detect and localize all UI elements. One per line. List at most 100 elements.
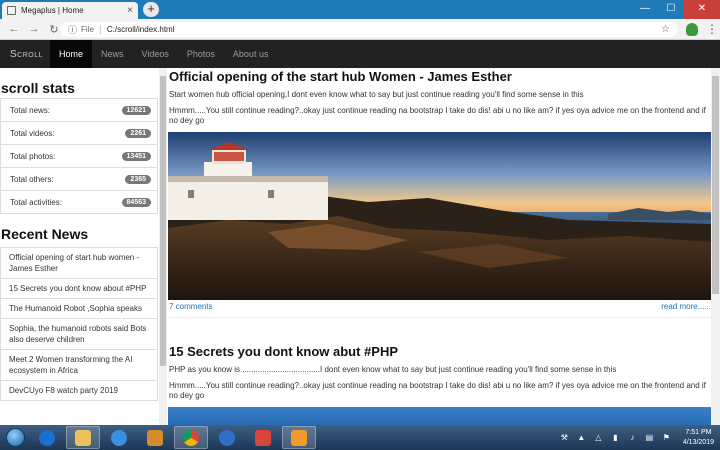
stat-item: Total photos: 13451: [0, 145, 158, 168]
post-title[interactable]: 15 Secrets you dont know abut #PHP: [169, 344, 711, 359]
main-content: Official opening of the start hub Women …: [168, 68, 711, 425]
taskbar-clock[interactable]: 7:51 PM 4/13/2019: [683, 428, 714, 448]
windows-orb-icon: [5, 428, 25, 447]
chrome-icon: [183, 429, 199, 446]
window-controls: — ☐ ✕: [632, 0, 720, 19]
sidebar-scroll-thumb[interactable]: [160, 76, 166, 366]
stat-badge: 2261: [125, 128, 151, 138]
browser-menu-icon[interactable]: ⋮: [706, 22, 718, 36]
tray-tools-icon[interactable]: ⚒: [560, 433, 569, 442]
recent-news-item[interactable]: Sophia, the humanoid robots said Bots al…: [0, 319, 158, 350]
nav-home[interactable]: Home: [50, 40, 93, 68]
tray-volume-icon[interactable]: ♪: [628, 433, 637, 442]
nav-about[interactable]: About us: [224, 40, 278, 68]
post-body: Hmmm.....You still continue reading?..ok…: [169, 106, 706, 125]
page-scrollbar[interactable]: [711, 68, 720, 425]
stats-heading: scroll stats: [1, 80, 75, 96]
info-icon[interactable]: ⓘ: [68, 23, 77, 36]
sublime-text-icon: [291, 429, 307, 446]
help-icon: [219, 429, 235, 446]
url-scheme-label: File: [81, 25, 101, 34]
tray-android-icon[interactable]: ▲: [577, 433, 586, 442]
post-lead: Start women hub official opening,I dont …: [169, 90, 584, 99]
internet-explorer-icon: [111, 429, 127, 446]
bookmark-star-icon[interactable]: ☆: [661, 24, 670, 35]
close-window-icon[interactable]: ✕: [684, 0, 720, 19]
system-tray: ⚒ ▲ △ ▮ ♪ ▤ ⚑ 7:51 PM 4/13/2019: [556, 425, 720, 450]
post-footer: 7 comments read more......: [169, 302, 711, 311]
taskbar-chrome[interactable]: [174, 426, 208, 449]
tray-arrow-icon[interactable]: △: [594, 433, 603, 442]
sidebar-scrollbar[interactable]: [159, 68, 167, 425]
bluetooth-icon: [39, 429, 55, 446]
post: 15 Secrets you dont know abut #PHP PHP a…: [168, 344, 711, 425]
stat-label: Total others:: [10, 174, 54, 184]
address-bar[interactable]: ⓘ File C:/scroll/index.html ☆: [60, 22, 678, 37]
post-body: Hmmm.....You still continue reading?..ok…: [169, 381, 706, 400]
tray-network-icon[interactable]: ▤: [645, 433, 654, 442]
tray-flag-icon[interactable]: ⚑: [662, 433, 671, 442]
stat-label: Total videos:: [10, 128, 55, 138]
taskbar-explorer[interactable]: [66, 426, 100, 449]
nav-news[interactable]: News: [92, 40, 133, 68]
lighthouse-photo: [168, 132, 711, 300]
tray-battery-icon[interactable]: ▮: [611, 433, 620, 442]
post-divider: [168, 317, 711, 343]
stat-item: Total videos: 2261: [0, 122, 158, 145]
tab-title: Megaplus | Home: [21, 6, 84, 15]
stat-badge: 12621: [121, 105, 151, 115]
stat-item: Total news: 12621: [0, 99, 158, 122]
app-icon: [255, 429, 271, 446]
stat-badge: 2365: [125, 174, 151, 184]
url-text[interactable]: C:/scroll/index.html: [107, 25, 661, 34]
recent-news-item[interactable]: The Humanoid Robot ,Sophia speaks: [0, 299, 158, 319]
tab-close-icon[interactable]: ×: [127, 5, 133, 16]
stat-label: Total news:: [10, 105, 51, 115]
back-icon[interactable]: ←: [6, 23, 22, 35]
media-player-icon: [147, 429, 163, 446]
nav-photos[interactable]: Photos: [178, 40, 224, 68]
page-scroll-thumb[interactable]: [712, 76, 719, 294]
stat-label: Total activities:: [10, 197, 63, 207]
forward-icon[interactable]: →: [26, 23, 42, 35]
folder-icon: [75, 429, 91, 446]
new-tab-button[interactable]: +: [143, 2, 159, 17]
stat-label: Total photos:: [10, 151, 56, 161]
browser-toolbar: ← → ↻ ⓘ File C:/scroll/index.html ☆: [0, 19, 720, 40]
taskbar-media[interactable]: [138, 426, 172, 449]
stats-list: Total news: 12621 Total videos: 2261 Tot…: [0, 98, 158, 214]
maximize-icon[interactable]: ☐: [658, 0, 684, 19]
stat-badge: 84563: [121, 197, 151, 207]
stat-badge: 13451: [121, 151, 151, 161]
post-title[interactable]: Official opening of the start hub Women …: [169, 69, 711, 84]
minimize-icon[interactable]: —: [632, 0, 658, 19]
taskbar-bluetooth[interactable]: [30, 426, 64, 449]
page-favicon-icon: [7, 6, 16, 15]
taskbar-app[interactable]: [246, 426, 280, 449]
recent-news-item[interactable]: 15 Secrets you dont know about #PHP: [0, 279, 158, 299]
browser-tab[interactable]: Megaplus | Home ×: [2, 2, 138, 19]
clock-time: 7:51 PM: [685, 428, 712, 436]
extension-icon[interactable]: [686, 23, 698, 36]
clock-date: 4/13/2019: [682, 438, 714, 446]
comments-link[interactable]: 7 comments: [169, 302, 213, 311]
browser-tab-strip: Megaplus | Home × + — ☐ ✕: [0, 0, 720, 19]
taskbar-help[interactable]: [210, 426, 244, 449]
recent-news-item[interactable]: DevCUyo F8 watch party 2019: [0, 381, 158, 401]
recent-news-item[interactable]: Official opening of start hub women - Ja…: [0, 247, 158, 279]
post-image-lighthouse: [168, 132, 711, 300]
site-brand[interactable]: Scroll: [0, 40, 50, 68]
post-image: [168, 407, 711, 425]
post: Official opening of the start hub Women …: [168, 69, 711, 311]
start-button[interactable]: [0, 425, 30, 450]
nav-videos[interactable]: Videos: [133, 40, 178, 68]
sidebar: scroll stats Total news: 12621 Total vid…: [0, 68, 158, 425]
recent-news-item[interactable]: Meet 2 Women transforming the AI ecosyst…: [0, 350, 158, 381]
stat-item: Total activities: 84563: [0, 191, 158, 214]
stat-item: Total others: 2365: [0, 168, 158, 191]
post-lead: PHP as you know is .....................…: [169, 365, 617, 374]
windows-taskbar: ⚒ ▲ △ ▮ ♪ ▤ ⚑ 7:51 PM 4/13/2019: [0, 425, 720, 450]
taskbar-sublime[interactable]: [282, 426, 316, 449]
read-more-link[interactable]: read more......: [661, 302, 711, 311]
taskbar-ie[interactable]: [102, 426, 136, 449]
